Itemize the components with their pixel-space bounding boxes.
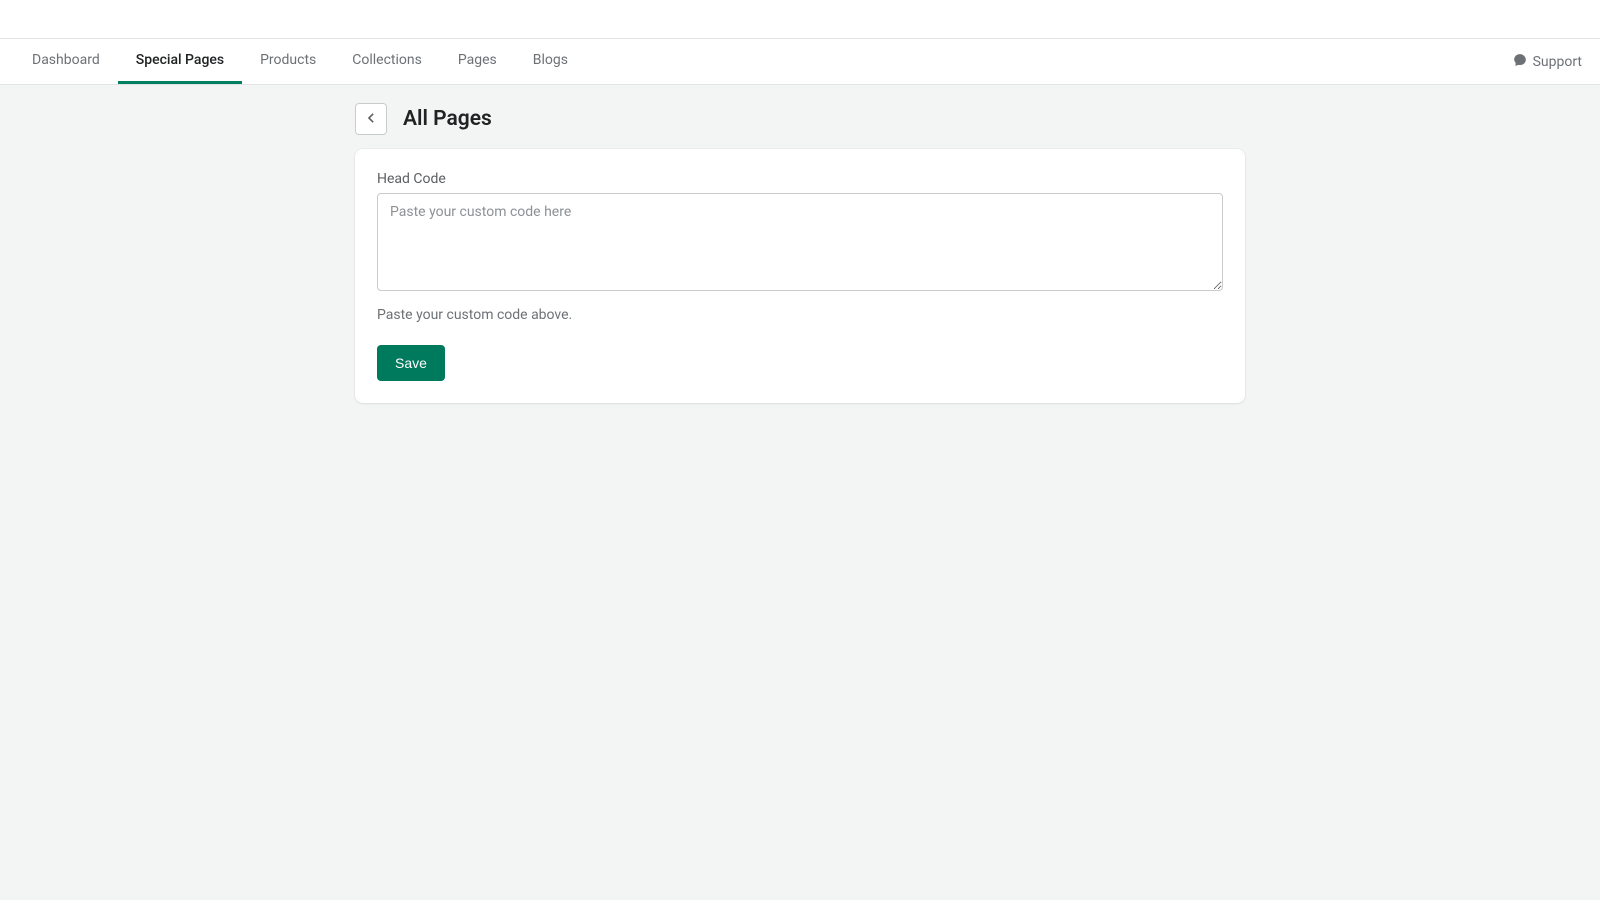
page-header: All Pages [355,103,1245,149]
arrow-left-icon [363,110,379,129]
tab-label: Pages [458,52,497,68]
tab-label: Products [260,52,316,68]
tab-label: Blogs [533,52,568,68]
chat-icon [1513,53,1527,71]
tab-products[interactable]: Products [242,39,334,84]
nav-bar: Dashboard Special Pages Products Collect… [0,39,1600,85]
tab-pages[interactable]: Pages [440,39,515,84]
tab-dashboard[interactable]: Dashboard [14,39,118,84]
save-button[interactable]: Save [377,345,445,381]
tab-special-pages[interactable]: Special Pages [118,39,242,84]
support-link[interactable]: Support [1513,39,1582,84]
top-strip [0,0,1600,39]
card-head-code: Head Code Paste your custom code above. … [355,149,1245,403]
back-button[interactable] [355,103,387,135]
tab-label: Dashboard [32,52,100,68]
tab-blogs[interactable]: Blogs [515,39,586,84]
nav-tabs: Dashboard Special Pages Products Collect… [14,39,586,84]
head-code-input[interactable] [377,193,1223,291]
head-code-helper: Paste your custom code above. [377,307,1223,323]
tab-label: Collections [352,52,422,68]
tab-collections[interactable]: Collections [334,39,440,84]
head-code-label: Head Code [377,171,1223,187]
tab-label: Special Pages [136,52,224,68]
page-title: All Pages [403,107,492,131]
support-label: Support [1533,54,1582,70]
